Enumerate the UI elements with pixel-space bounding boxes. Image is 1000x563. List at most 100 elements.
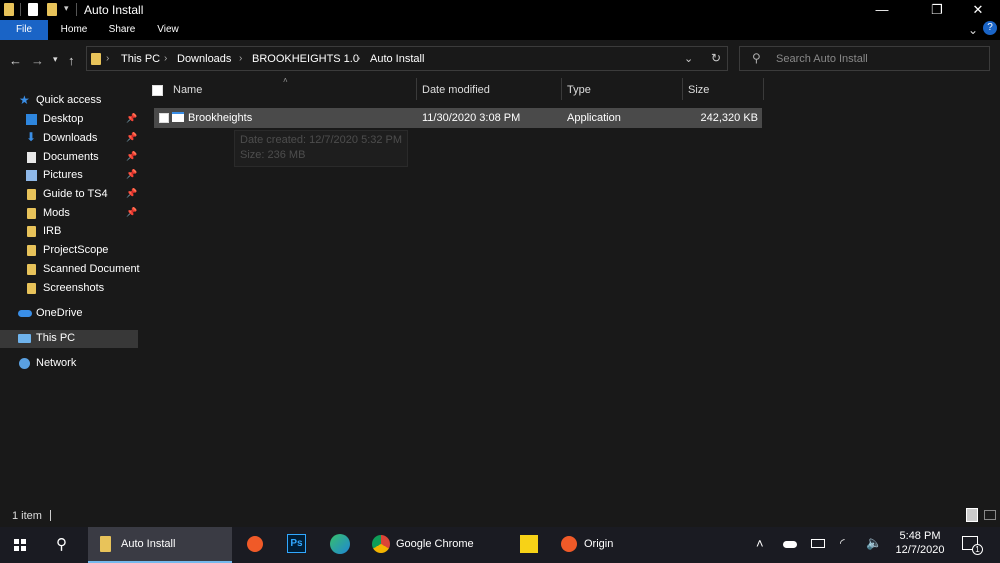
sidebar-item-label: Quick access [36, 94, 102, 106]
column-header-name[interactable]: Name [173, 84, 202, 106]
file-name[interactable]: Brookheights [188, 112, 252, 124]
folder-icon [27, 226, 36, 237]
tab-home[interactable]: Home [54, 20, 94, 40]
breadcrumb-brookheights[interactable]: BROOKHEIGHTS 1.0 [252, 53, 359, 65]
maximize-icon[interactable]: ❐ [925, 2, 949, 18]
taskbar-sticky-notes[interactable] [508, 527, 552, 563]
search-icon: ⚲ [752, 51, 761, 65]
taskbar-edge[interactable] [320, 527, 360, 563]
sidebar-item-network[interactable]: Network [0, 355, 140, 373]
column-header-size[interactable]: Size [688, 84, 709, 106]
breadcrumb-auto-install[interactable]: Auto Install [370, 53, 424, 65]
back-icon[interactable]: ← [9, 53, 22, 68]
sidebar-item-label: ProjectScope [43, 244, 109, 256]
minimize-icon[interactable]: — [870, 2, 894, 18]
sidebar-item-projectscope[interactable]: ProjectScope [0, 242, 140, 260]
tab-share[interactable]: Share [102, 20, 142, 40]
properties-icon[interactable] [28, 3, 38, 16]
search-box[interactable]: ⚲ Search Auto Install [739, 46, 990, 71]
sidebar-item-label: IRB [43, 225, 62, 237]
sidebar-item-mods[interactable]: Mods 📌 [0, 205, 140, 223]
start-button[interactable] [0, 527, 42, 563]
chevron-right-icon[interactable]: › [357, 53, 360, 64]
folder-icon [27, 189, 36, 200]
row-checkbox[interactable] [159, 113, 169, 123]
chevron-right-icon: › [106, 53, 110, 64]
search-button[interactable]: ⚲ [44, 527, 84, 563]
documents-icon [27, 152, 36, 163]
column-divider[interactable] [416, 78, 417, 100]
taskbar-explorer[interactable]: Auto Install [88, 527, 232, 563]
breadcrumb-this-pc[interactable]: This PC [121, 53, 160, 65]
refresh-icon[interactable]: ↻ [711, 51, 721, 65]
breadcrumb-downloads[interactable]: Downloads [177, 53, 231, 65]
sidebar-item-label: Network [36, 357, 77, 369]
file-row[interactable]: Brookheights 11/30/2020 3:08 PM Applicat… [154, 108, 762, 128]
taskbar-origin-pinned[interactable] [236, 527, 274, 563]
pin-icon: 📌 [126, 188, 138, 198]
sidebar-item-label: Pictures [43, 169, 83, 181]
clock[interactable]: 5:48 PM 12/7/2020 [892, 530, 948, 556]
new-folder-icon[interactable] [47, 3, 57, 16]
chevron-right-icon[interactable]: › [239, 53, 242, 64]
volume-icon[interactable]: 🔈 [866, 535, 882, 551]
sidebar-item-desktop[interactable]: Desktop 📌 [0, 111, 140, 129]
battery-icon[interactable] [811, 539, 825, 548]
folder-icon [100, 536, 111, 552]
sidebar-item-documents[interactable]: Documents 📌 [0, 149, 140, 167]
taskbar-chrome[interactable]: Google Chrome [364, 527, 502, 563]
column-header-type[interactable]: Type [567, 84, 591, 106]
pin-icon: 📌 [126, 132, 138, 142]
sidebar-item-onedrive[interactable]: OneDrive [0, 305, 140, 323]
search-input[interactable]: Search Auto Install [776, 53, 868, 65]
sidebar-item-guide-to-ts4[interactable]: Guide to TS4 📌 [0, 186, 140, 204]
tab-file[interactable]: File [0, 20, 48, 40]
tooltip-size: Size: 236 MB [240, 149, 306, 161]
divider [50, 510, 51, 521]
tab-view[interactable]: View [148, 20, 188, 40]
folder-icon [4, 3, 14, 16]
up-icon[interactable]: ↑ [68, 53, 75, 68]
wifi-icon[interactable]: ◜ [840, 536, 845, 550]
taskbar-origin[interactable]: Origin [556, 527, 686, 563]
column-divider[interactable] [763, 78, 764, 100]
sidebar-item-downloads[interactable]: ⬇ Downloads 📌 [0, 130, 140, 148]
chevron-up-icon[interactable]: ˄ [756, 536, 764, 551]
chevron-down-icon[interactable]: ⌄ [684, 52, 693, 65]
edge-icon [330, 534, 350, 554]
column-divider[interactable] [561, 78, 562, 100]
expand-ribbon-icon[interactable]: ⌄ [968, 23, 978, 37]
file-type: Application [567, 112, 621, 124]
sidebar-item-this-pc[interactable]: This PC [0, 330, 138, 348]
clock-time: 5:48 PM [899, 530, 941, 542]
sidebar-item-label: This PC [36, 332, 76, 344]
sidebar-item-quick-access[interactable]: ★ Quick access [0, 92, 140, 110]
taskbar-photoshop[interactable]: Ps [278, 527, 316, 563]
sidebar-item-pictures[interactable]: Pictures 📌 [0, 167, 140, 185]
photoshop-icon: Ps [287, 534, 306, 553]
taskbar-explorer-label: Auto Install [121, 538, 176, 550]
select-all-checkbox[interactable] [152, 85, 163, 96]
sidebar-item-irb[interactable]: IRB [0, 223, 140, 241]
forward-icon[interactable]: → [31, 53, 44, 68]
customize-qat-icon[interactable]: ▾ [64, 3, 69, 14]
help-icon[interactable]: ? [983, 21, 997, 35]
clock-date: 12/7/2020 [895, 544, 945, 556]
taskbar: ⚲ Auto Install Ps Google Chrome Origin ˄… [0, 527, 1000, 563]
column-divider[interactable] [682, 78, 683, 100]
status-bar: 1 item [0, 505, 1000, 527]
pin-icon: 📌 [126, 169, 138, 179]
sidebar-item-scanned-documents[interactable]: Scanned Documents [0, 261, 140, 279]
details-view-icon[interactable] [966, 508, 978, 522]
recent-locations-icon[interactable]: ▾ [53, 54, 58, 65]
sidebar-item-screenshots[interactable]: Screenshots [0, 280, 140, 298]
taskbar-origin-label: Origin [584, 538, 614, 550]
onedrive-tray-icon[interactable] [783, 541, 797, 548]
large-icons-view-icon[interactable] [984, 510, 996, 520]
close-icon[interactable]: ✕ [966, 2, 990, 18]
chevron-right-icon[interactable]: › [164, 53, 167, 64]
folder-icon [27, 208, 36, 219]
column-header-date[interactable]: Date modified [422, 84, 490, 106]
sticky-notes-icon [520, 535, 538, 553]
address-bar[interactable]: › This PC › Downloads › BROOKHEIGHTS 1.0… [86, 46, 728, 71]
